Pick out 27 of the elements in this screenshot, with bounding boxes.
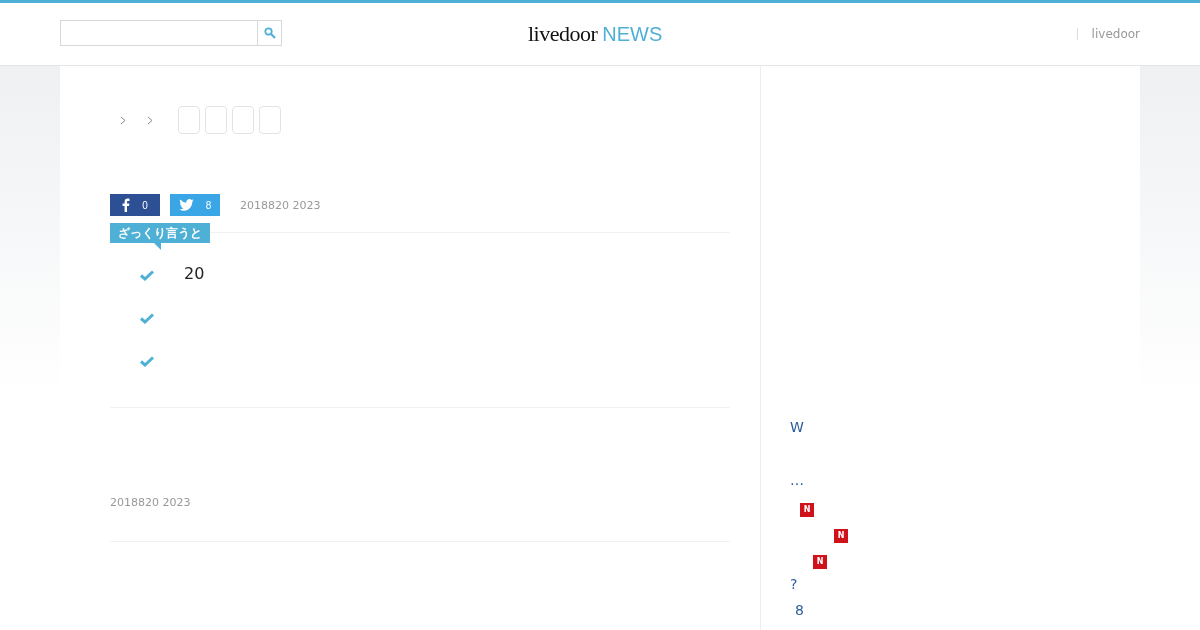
logo-brand[interactable]: livedoor	[528, 21, 598, 47]
bird-icon	[178, 199, 194, 211]
speech-tail-icon	[154, 243, 161, 250]
sidebar-link[interactable]: W	[790, 418, 804, 436]
facebook-share-button[interactable]: 0	[110, 194, 160, 216]
sidebar-link[interactable]: …	[790, 471, 804, 489]
chevron-icon	[120, 115, 126, 125]
summary-point: 20	[184, 264, 205, 283]
publish-date: 2018820 2023	[110, 496, 192, 509]
check-icon	[140, 313, 154, 324]
check-icon	[140, 270, 154, 281]
chevron-icon	[147, 115, 153, 125]
new-badge: N	[813, 554, 827, 569]
new-badge: N	[834, 528, 848, 543]
tag-button[interactable]	[232, 106, 254, 134]
publish-date: 2018820 2023	[240, 198, 321, 212]
search-field[interactable]	[60, 20, 282, 46]
sidebar-link[interactable]: ?	[790, 575, 798, 593]
search-icon	[263, 27, 276, 39]
tag-button[interactable]	[178, 106, 200, 134]
sidebar-link[interactable]: 8	[795, 601, 804, 619]
facebook-icon	[122, 198, 131, 212]
tag-button[interactable]	[259, 106, 281, 134]
new-badge: N	[800, 502, 814, 517]
check-icon	[140, 356, 154, 367]
tag-button[interactable]	[205, 106, 227, 134]
summary-label: ざっくり言うと	[110, 223, 210, 243]
